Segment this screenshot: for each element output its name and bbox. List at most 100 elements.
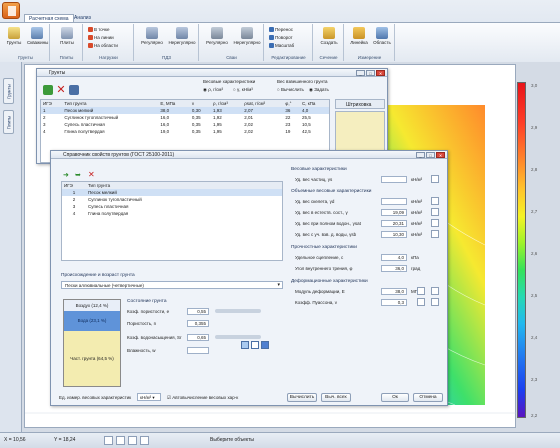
soils-button[interactable]: Грунты bbox=[4, 27, 24, 45]
moisture-input[interactable] bbox=[187, 347, 209, 354]
scale-button[interactable]: Масштаб bbox=[269, 43, 294, 49]
add-soil-icon[interactable] bbox=[43, 85, 53, 95]
table-row[interactable]: 4 Глина полутвердая 19,0 0,35 1,95 2,02 19 42,5 bbox=[41, 128, 329, 135]
particle-weight-input[interactable] bbox=[381, 176, 407, 183]
water-level-icon[interactable] bbox=[241, 341, 249, 349]
origin-select[interactable]: Пески аллювиальные (четвертичные) ▾ bbox=[61, 281, 283, 289]
create-section-button[interactable]: Создать bbox=[319, 27, 339, 45]
list-item[interactable]: 3 Супесь пластичная bbox=[62, 203, 282, 210]
void-ratio-input[interactable]: 0,55 bbox=[187, 308, 209, 315]
info-icon[interactable] bbox=[431, 287, 439, 295]
calc-icon[interactable] bbox=[431, 219, 439, 227]
phase-water: Вода (23,1 %) bbox=[64, 311, 120, 331]
saturated-level-icon[interactable] bbox=[261, 341, 269, 349]
snap-node-icon[interactable] bbox=[116, 436, 125, 445]
void-ratio-slider[interactable] bbox=[215, 309, 261, 313]
radio-density[interactable]: ◉ ρ, г/см³ bbox=[203, 87, 223, 93]
load-point-button[interactable]: В точке bbox=[88, 27, 110, 33]
list-item[interactable]: 2 Суглинок тугопластичный bbox=[62, 196, 282, 203]
modulus-input[interactable]: 38,0 bbox=[381, 288, 407, 295]
move-icon bbox=[269, 27, 274, 33]
ortho-icon[interactable] bbox=[128, 436, 137, 445]
colorbar-label: 2,9 bbox=[531, 125, 538, 130]
copy-icon[interactable]: ➥ bbox=[75, 171, 81, 179]
ruler-button[interactable]: Линейка bbox=[348, 27, 370, 45]
radio-set[interactable]: ◉ Задать bbox=[309, 87, 329, 93]
units-select[interactable]: кН/м³ ▾ bbox=[137, 393, 161, 401]
list-item[interactable]: 4 Глина полутвердая bbox=[62, 210, 282, 217]
friction-angle-input[interactable]: 36,0 bbox=[381, 265, 407, 272]
delete-soil-icon[interactable]: ✕ bbox=[56, 85, 66, 96]
calculate-all-button[interactable]: Выч. всех bbox=[321, 393, 351, 402]
porosity-input[interactable]: 0,355 bbox=[187, 320, 209, 327]
rotate-button[interactable]: Поворот bbox=[269, 35, 293, 41]
hatch-selector[interactable]: Штриховка bbox=[335, 99, 385, 109]
composition-title: Состояние грунта bbox=[127, 299, 167, 304]
maximize-button[interactable]: □ bbox=[426, 152, 435, 158]
calc-icon[interactable] bbox=[431, 197, 439, 205]
maximize-button[interactable]: □ bbox=[366, 70, 375, 76]
colorbar-label: 2,2 bbox=[531, 413, 538, 418]
saturation-slider[interactable] bbox=[215, 335, 261, 339]
saturation-input[interactable]: 0,65 bbox=[187, 334, 209, 341]
group-pdz: Регулярно Нерегулярно ПДЗ bbox=[135, 24, 199, 61]
cohesion-input[interactable]: 4,0 bbox=[381, 254, 407, 261]
calculate-button[interactable]: Вычислить bbox=[287, 393, 317, 402]
group-loads: В точке На линии На области Нагрузки bbox=[84, 24, 134, 61]
left-tab-soils[interactable]: Грунты bbox=[3, 78, 14, 104]
cancel-button[interactable]: Отмена bbox=[413, 393, 443, 402]
calc-icon[interactable] bbox=[417, 287, 425, 295]
piles-irregular-button[interactable]: Нерегулярно bbox=[232, 27, 262, 45]
calc-icon[interactable] bbox=[431, 175, 439, 183]
calc-icon[interactable] bbox=[431, 208, 439, 216]
soil-properties-dialog: Справочник свойств грунтов (ГОСТ 25100-2… bbox=[50, 150, 448, 406]
fit-view-icon[interactable] bbox=[140, 436, 149, 445]
pdz-irregular-button[interactable]: Нерегулярно bbox=[167, 27, 197, 45]
suspended-label: Вес взвешенного грунта bbox=[277, 79, 328, 84]
poisson-input[interactable]: 0,3 bbox=[381, 299, 407, 306]
calc-icon[interactable] bbox=[417, 298, 425, 306]
add-icon[interactable]: ➜ bbox=[63, 171, 69, 179]
line-load-icon bbox=[88, 35, 93, 41]
table-row[interactable]: 2 Суглинок тугопластичный 16,0 0,35 1,92 2,01… bbox=[41, 114, 329, 121]
calc-icon[interactable] bbox=[431, 230, 439, 238]
natural-weight-label: Уд. вес в естеств. сост., γ bbox=[295, 210, 348, 215]
table-row[interactable]: 3 Супесь пластичная 16,0 0,35 1,95 2,02 23 10,5 bbox=[41, 121, 329, 128]
radio-unit-weight[interactable]: ○ γ, кН/м³ bbox=[233, 87, 253, 92]
left-tab-plates[interactable]: Плиты bbox=[3, 110, 14, 134]
natural-weight-input[interactable]: 19,09 bbox=[381, 209, 407, 216]
pdz-regular-button[interactable]: Регулярно bbox=[138, 27, 166, 45]
snap-grid-icon[interactable] bbox=[104, 436, 113, 445]
piles-regular-button[interactable]: Регулярно bbox=[203, 27, 231, 45]
phase-solid: Част. грунта (64,5 %) bbox=[64, 331, 120, 386]
buoyant-weight-label: Уд. вес с уч. взв. д. воды, γsb bbox=[295, 232, 357, 237]
boreholes-button[interactable]: Скважины bbox=[27, 27, 48, 45]
radio-calculate[interactable]: ○ Вычислить bbox=[277, 87, 304, 92]
buoyant-weight-input[interactable]: 10,30 bbox=[381, 231, 407, 238]
deformation-section-title: Деформационные характеристики bbox=[291, 279, 368, 284]
auto-calc-checkbox[interactable]: ☑ Автовычисление весовых хар-к bbox=[167, 395, 238, 401]
colorbar-label: 2,7 bbox=[531, 209, 538, 214]
ok-button[interactable]: Ок bbox=[381, 393, 409, 402]
delete-icon[interactable]: ✕ bbox=[88, 170, 95, 179]
close-button[interactable]: ✕ bbox=[376, 70, 385, 76]
library-icon[interactable] bbox=[69, 85, 79, 95]
dry-weight-input[interactable] bbox=[381, 198, 407, 205]
move-button[interactable]: Перенос bbox=[269, 27, 293, 33]
soils-icon bbox=[8, 27, 20, 39]
info-icon[interactable] bbox=[431, 298, 439, 306]
load-area-button[interactable]: На области bbox=[88, 43, 118, 49]
list-item[interactable]: 1 Песок мелкий bbox=[62, 189, 282, 196]
minimize-button[interactable]: _ bbox=[356, 70, 365, 76]
saturated-weight-input[interactable]: 20,31 bbox=[381, 220, 407, 227]
app-menu-button[interactable] bbox=[2, 2, 20, 19]
close-button[interactable]: ✕ bbox=[436, 152, 445, 158]
table-row[interactable]: 1 Песок мелкий 38,0 0,30 1,93 2,07 36 4,0 bbox=[41, 107, 329, 114]
load-line-button[interactable]: На линии bbox=[88, 35, 114, 41]
area-measure-button[interactable]: Область bbox=[371, 27, 393, 45]
colorbar-label: 2,8 bbox=[531, 167, 538, 172]
plates-button[interactable]: Плиты bbox=[57, 27, 77, 45]
colorbar bbox=[517, 82, 526, 418]
minimize-button[interactable]: _ bbox=[416, 152, 425, 158]
dry-level-icon[interactable] bbox=[251, 341, 259, 349]
